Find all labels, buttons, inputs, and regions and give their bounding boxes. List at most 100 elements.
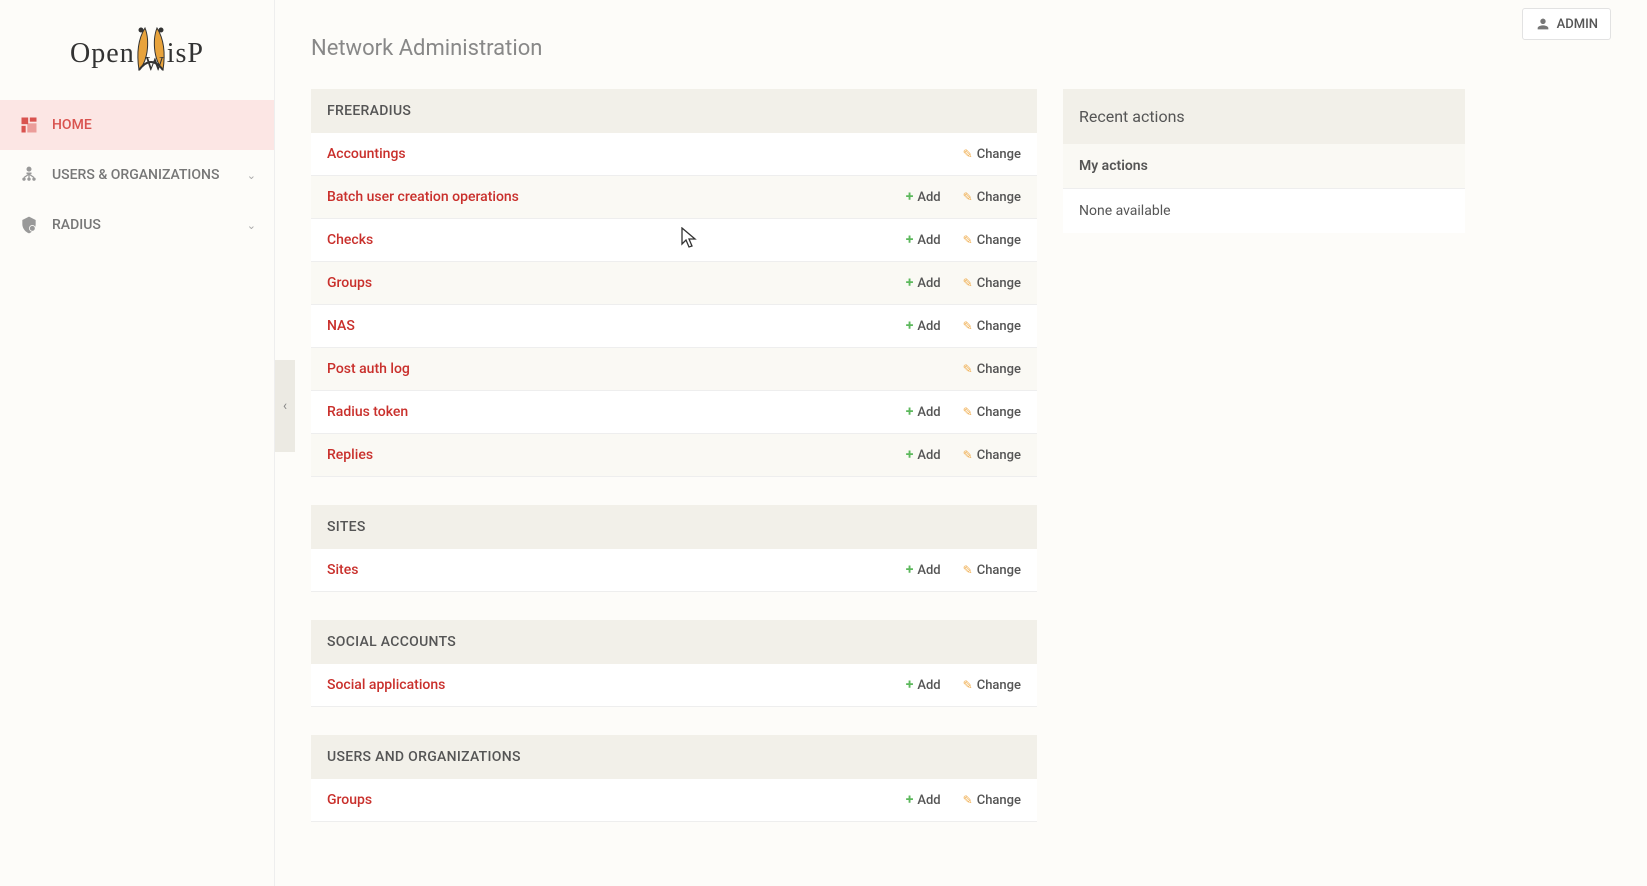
row-actions: + Add ✎ Change <box>906 562 1021 578</box>
plus-icon: + <box>906 792 914 808</box>
add-label: Add <box>917 793 940 808</box>
add-link[interactable]: + Add <box>906 189 941 205</box>
add-label: Add <box>917 319 940 334</box>
model-link[interactable]: Groups <box>327 275 372 291</box>
plus-icon: + <box>906 232 914 248</box>
add-label: Add <box>917 276 940 291</box>
dashboard-icon <box>18 114 40 136</box>
module-row: Social applications + Add ✎ Change <box>311 664 1037 707</box>
add-label: Add <box>917 190 940 205</box>
plus-icon: + <box>906 404 914 420</box>
change-link[interactable]: ✎ Change <box>963 405 1021 420</box>
sidebar-item-label: USERS & ORGANIZATIONS <box>52 167 219 183</box>
module-row: Groups + Add ✎ Change <box>311 262 1037 305</box>
model-link[interactable]: Checks <box>327 232 373 248</box>
sidebar-item-home[interactable]: HOME <box>0 100 274 150</box>
model-link[interactable]: Sites <box>327 562 358 578</box>
change-link[interactable]: ✎ Change <box>963 793 1021 808</box>
module-freeradius: FREERADIUSAccountings✎ ChangeBatch user … <box>311 89 1037 477</box>
module-row: Post auth log ✎ Change <box>311 348 1037 391</box>
module-row: Radius token + Add ✎ Change <box>311 391 1037 434</box>
change-link[interactable]: ✎ Change <box>963 563 1021 578</box>
plus-icon: + <box>906 677 914 693</box>
module-row: Groups + Add ✎ Change <box>311 779 1037 822</box>
sidebar-item-radius[interactable]: RADIUS⌄ <box>0 200 274 250</box>
add-link[interactable]: + Add <box>906 792 941 808</box>
module-sites: SITESSites+ Add✎ Change <box>311 505 1037 592</box>
model-link[interactable]: Replies <box>327 447 373 463</box>
pencil-icon: ✎ <box>963 147 973 161</box>
add-label: Add <box>917 563 940 578</box>
model-link[interactable]: Social applications <box>327 677 445 693</box>
pencil-icon: ✎ <box>963 276 973 290</box>
svg-text:W: W <box>145 53 165 75</box>
recent-actions-panel: Recent actions My actions None available <box>1063 89 1465 850</box>
change-label: Change <box>977 233 1021 248</box>
pencil-icon: ✎ <box>963 563 973 577</box>
pencil-icon: ✎ <box>963 405 973 419</box>
sidebar: OpenWisP HOME USERS & ORGANIZATIONS ⌄ RADIU… <box>0 0 275 886</box>
change-link[interactable]: ✎ Change <box>963 678 1021 693</box>
add-link[interactable]: + Add <box>906 275 941 291</box>
pencil-icon: ✎ <box>963 362 973 376</box>
add-link[interactable]: + Add <box>906 447 941 463</box>
main-content: Network Administration FREERADIUSAccount… <box>275 0 1647 886</box>
change-label: Change <box>977 362 1021 377</box>
model-link[interactable]: NAS <box>327 318 355 334</box>
pencil-icon: ✎ <box>963 678 973 692</box>
row-actions: + Add ✎ Change <box>906 447 1021 463</box>
module-header: USERS AND ORGANIZATIONS <box>311 735 1037 779</box>
row-actions: + Add ✎ Change <box>906 677 1021 693</box>
change-label: Change <box>977 793 1021 808</box>
pencil-icon: ✎ <box>963 319 973 333</box>
page-title: Network Administration <box>311 36 1611 61</box>
user-menu-button[interactable]: ADMIN <box>1522 8 1611 40</box>
sidebar-item-label: HOME <box>52 117 92 133</box>
change-label: Change <box>977 276 1021 291</box>
add-label: Add <box>917 448 940 463</box>
pencil-icon: ✎ <box>963 793 973 807</box>
modules-column: FREERADIUSAccountings✎ ChangeBatch user … <box>311 89 1037 850</box>
change-link[interactable]: ✎ Change <box>963 448 1021 463</box>
pencil-icon: ✎ <box>963 448 973 462</box>
add-link[interactable]: + Add <box>906 404 941 420</box>
add-label: Add <box>917 405 940 420</box>
change-label: Change <box>977 678 1021 693</box>
plus-icon: + <box>906 318 914 334</box>
add-link[interactable]: + Add <box>906 318 941 334</box>
change-label: Change <box>977 448 1021 463</box>
row-actions: + Add ✎ Change <box>906 792 1021 808</box>
row-actions: + Add ✎ Change <box>906 318 1021 334</box>
module-social-accounts: SOCIAL ACCOUNTSSocial applications+ Add✎… <box>311 620 1037 707</box>
change-link[interactable]: ✎ Change <box>963 233 1021 248</box>
module-row: Accountings ✎ Change <box>311 133 1037 176</box>
change-label: Change <box>977 147 1021 162</box>
row-actions: + Add ✎ Change <box>906 275 1021 291</box>
plus-icon: + <box>906 562 914 578</box>
module-row: Sites + Add ✎ Change <box>311 549 1037 592</box>
chevron-down-icon: ⌄ <box>247 169 256 182</box>
add-link[interactable]: + Add <box>906 562 941 578</box>
row-actions: + Add ✎ Change <box>906 232 1021 248</box>
change-link[interactable]: ✎ Change <box>963 362 1021 377</box>
logo[interactable]: OpenWisP <box>0 0 274 100</box>
sidebar-item-users-organizations[interactable]: USERS & ORGANIZATIONS ⌄ <box>0 150 274 200</box>
add-link[interactable]: + Add <box>906 232 941 248</box>
change-link[interactable]: ✎ Change <box>963 319 1021 334</box>
model-link[interactable]: Radius token <box>327 404 408 420</box>
plus-icon: + <box>906 189 914 205</box>
model-link[interactable]: Accountings <box>327 146 406 162</box>
change-label: Change <box>977 405 1021 420</box>
model-link[interactable]: Post auth log <box>327 361 410 377</box>
change-link[interactable]: ✎ Change <box>963 147 1021 162</box>
model-link[interactable]: Batch user creation operations <box>327 189 519 205</box>
module-row: Checks + Add ✎ Change <box>311 219 1037 262</box>
change-link[interactable]: ✎ Change <box>963 276 1021 291</box>
user-label: ADMIN <box>1557 17 1598 32</box>
sidebar-collapse-handle[interactable]: ‹ <box>275 360 295 452</box>
add-link[interactable]: + Add <box>906 677 941 693</box>
change-link[interactable]: ✎ Change <box>963 190 1021 205</box>
module-users-and-organizations: USERS AND ORGANIZATIONS Groups + Add ✎ Chan… <box>311 735 1037 822</box>
plus-icon: + <box>906 447 914 463</box>
model-link[interactable]: Groups <box>327 792 372 808</box>
